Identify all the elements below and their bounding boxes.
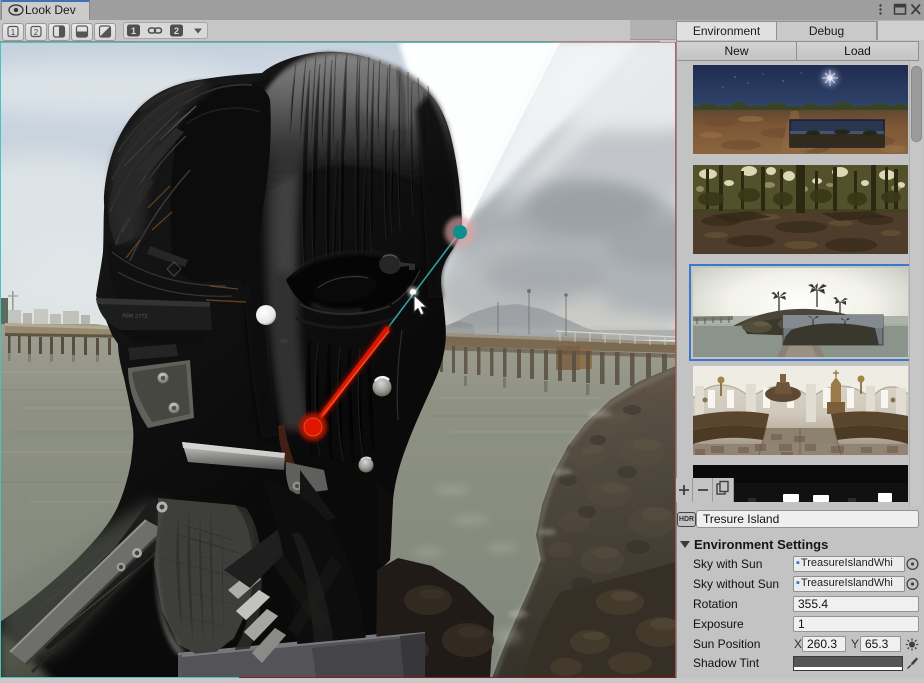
svg-text:2: 2: [174, 26, 179, 36]
svg-text:2: 2: [34, 28, 39, 37]
svg-text:A5M 2773: A5M 2773: [122, 313, 147, 320]
svg-text:1: 1: [11, 28, 16, 37]
svg-text:1: 1: [131, 26, 136, 36]
